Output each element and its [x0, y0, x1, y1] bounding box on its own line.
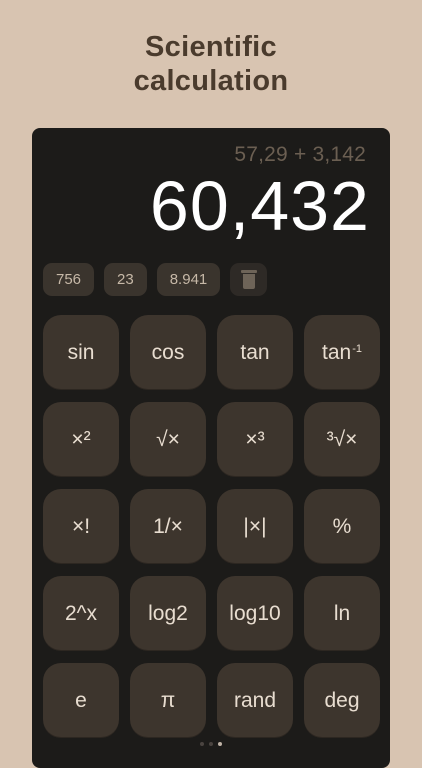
key-label: tan	[322, 340, 352, 364]
key-label: cos	[151, 340, 185, 364]
page-dot[interactable]	[200, 742, 204, 746]
key-label: deg	[324, 688, 360, 712]
memory-chip[interactable]: 756	[43, 263, 95, 296]
headline: Scientific calculation	[0, 30, 422, 98]
page-dot-active[interactable]	[218, 742, 222, 746]
clear-memory-button[interactable]	[230, 263, 268, 296]
key-cube-root[interactable]: ³√×	[304, 402, 380, 477]
trash-icon	[240, 270, 257, 289]
key-label: rand	[233, 688, 277, 712]
key-label: ×³	[245, 427, 265, 451]
key-percent[interactable]: %	[304, 489, 380, 564]
key-rand[interactable]: rand	[217, 663, 293, 738]
key-label: ln	[333, 601, 351, 625]
key-ln[interactable]: ln	[304, 576, 380, 651]
key-deg[interactable]: deg	[304, 663, 380, 738]
key-label: |×|	[243, 514, 267, 538]
key-label: π	[160, 688, 176, 712]
key-reciprocal[interactable]: 1/×	[130, 489, 206, 564]
key-tan[interactable]: tan	[217, 315, 293, 390]
memory-chip[interactable]: 8.941	[156, 263, 221, 296]
key-absolute[interactable]: |×|	[217, 489, 293, 564]
memory-chip[interactable]: 23	[104, 263, 147, 296]
key-label: 2^x	[64, 601, 98, 625]
expression-display: 57,29 + 3,142	[234, 143, 366, 166]
key-label: 1/×	[153, 514, 183, 538]
key-label: sin	[67, 340, 95, 364]
key-euler[interactable]: e	[43, 663, 119, 738]
key-sin[interactable]: sin	[43, 315, 119, 390]
headline-line-1: Scientific	[145, 31, 277, 63]
key-label: log2	[148, 601, 188, 625]
calculator-screen: 57,29 + 3,142 60,432 756 23 8.941 sin co…	[32, 128, 390, 768]
key-label: ×!	[71, 514, 91, 538]
keypad: sin cos tan tan -1 ×² √× ×³ ³√× ×! 1/× |×…	[43, 315, 380, 738]
key-square[interactable]: ×²	[43, 402, 119, 477]
key-label: ³√×	[326, 427, 358, 451]
key-label: log10	[229, 601, 281, 625]
key-label: e	[75, 688, 87, 712]
headline-line-2: calculation	[133, 65, 289, 97]
memory-row: 756 23 8.941	[43, 263, 268, 296]
trash-can	[242, 274, 255, 289]
key-label: tan	[240, 340, 270, 364]
key-factorial[interactable]: ×!	[43, 489, 119, 564]
key-cube[interactable]: ×³	[217, 402, 293, 477]
key-superscript: -1	[352, 342, 362, 355]
key-label: √×	[156, 427, 180, 451]
key-arctan[interactable]: tan -1	[304, 315, 380, 390]
key-power-of-two[interactable]: 2^x	[43, 576, 119, 651]
page-indicator	[32, 742, 390, 746]
trash-lid	[240, 270, 257, 273]
page-dot[interactable]	[209, 742, 213, 746]
key-log10[interactable]: log10	[217, 576, 293, 651]
key-log2[interactable]: log2	[130, 576, 206, 651]
key-cos[interactable]: cos	[130, 315, 206, 390]
key-label: %	[332, 514, 352, 538]
key-square-root[interactable]: √×	[130, 402, 206, 477]
key-label: ×²	[71, 427, 91, 451]
key-pi[interactable]: π	[130, 663, 206, 738]
result-display: 60,432	[149, 167, 370, 245]
